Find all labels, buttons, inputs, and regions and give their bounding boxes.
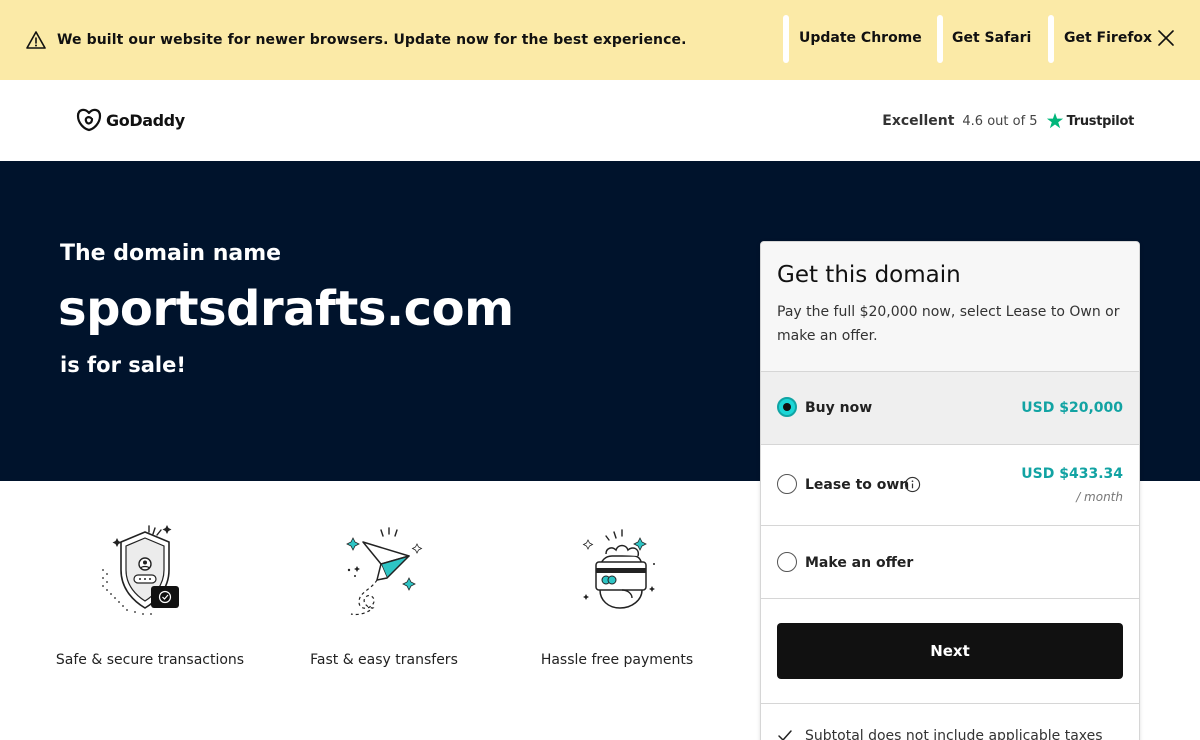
lease-to-own-radio[interactable] xyxy=(777,474,797,494)
checkmark-icon xyxy=(778,730,792,740)
get-domain-card: Get this domain Pay the full $20,000 now… xyxy=(760,241,1140,740)
card-description: Pay the full $20,000 now, select Lease t… xyxy=(777,304,1120,344)
feature-hassle-free-payments: Hassle free payments xyxy=(517,520,717,672)
subtotal-text: Subtotal does not include applicable tax… xyxy=(805,728,1103,740)
trustpilot-star-icon xyxy=(1046,112,1063,129)
payment-card-icon xyxy=(582,529,655,609)
godaddy-logo-icon xyxy=(76,108,102,132)
subtotal-section: Subtotal does not include applicable tax… xyxy=(761,704,1139,740)
info-icon[interactable] xyxy=(904,476,921,493)
trustpilot-name: Trustpilot xyxy=(1066,113,1135,129)
card-header: Get this domain Pay the full $20,000 now… xyxy=(761,242,1139,372)
option-price: USD $20,000 xyxy=(1021,400,1123,416)
godaddy-logo[interactable]: GoDaddy xyxy=(76,107,185,133)
hero-subtitle: is for sale! xyxy=(60,353,186,377)
feature-label: Fast & easy transfers xyxy=(310,652,458,668)
hero-pretitle: The domain name xyxy=(60,241,282,266)
paper-plane-icon xyxy=(346,527,423,616)
site-header: GoDaddy Excellent 4.6 out of 5 Trustpilo… xyxy=(0,80,1200,161)
feature-label: Hassle free payments xyxy=(540,652,694,668)
feature-fast-transfers: Fast & easy transfers xyxy=(284,520,484,672)
shield-check-icon xyxy=(102,525,179,615)
feature-secure-transactions: Safe & secure transactions xyxy=(50,520,250,672)
banner-message: We built our website for newer browsers.… xyxy=(57,32,687,48)
update-chrome-link[interactable]: Update Chrome xyxy=(799,30,922,46)
rating-score: 4.6 out of 5 xyxy=(962,113,1038,129)
subtotal-note: Subtotal does not include applicable tax… xyxy=(777,728,1103,740)
option-make-offer[interactable]: Make an offer xyxy=(761,526,1139,599)
card-title: Get this domain xyxy=(777,262,961,288)
option-price: USD $433.34 xyxy=(1021,466,1123,482)
close-icon[interactable] xyxy=(1156,28,1176,48)
browser-update-banner: We built our website for newer browsers.… xyxy=(0,0,1200,80)
rating-word: Excellent xyxy=(882,113,955,129)
buy-now-radio[interactable] xyxy=(777,397,797,417)
option-buy-now[interactable]: Buy now USD $20,000 xyxy=(761,372,1139,445)
option-label: Buy now xyxy=(805,400,873,416)
warning-icon xyxy=(26,31,46,49)
option-price-period: / month xyxy=(1076,490,1123,504)
feature-label: Safe & secure transactions xyxy=(55,652,245,668)
next-button[interactable]: Next xyxy=(777,623,1123,679)
get-safari-link[interactable]: Get Safari xyxy=(952,30,1031,46)
option-label: Lease to own xyxy=(805,477,910,493)
option-label: Make an offer xyxy=(805,555,914,571)
option-lease-to-own[interactable]: Lease to own USD $433.34 / month xyxy=(761,445,1139,526)
logo-text: GoDaddy xyxy=(106,110,185,130)
next-section: Next xyxy=(761,599,1139,704)
banner-divider xyxy=(1048,15,1054,63)
make-offer-radio[interactable] xyxy=(777,552,797,572)
trustpilot-rating[interactable]: Excellent 4.6 out of 5 Trustpilot xyxy=(882,112,1134,130)
get-firefox-link[interactable]: Get Firefox xyxy=(1064,30,1152,46)
banner-divider xyxy=(937,15,943,63)
hero-domain-name: sportsdrafts.com xyxy=(58,281,514,337)
banner-divider xyxy=(783,15,789,63)
